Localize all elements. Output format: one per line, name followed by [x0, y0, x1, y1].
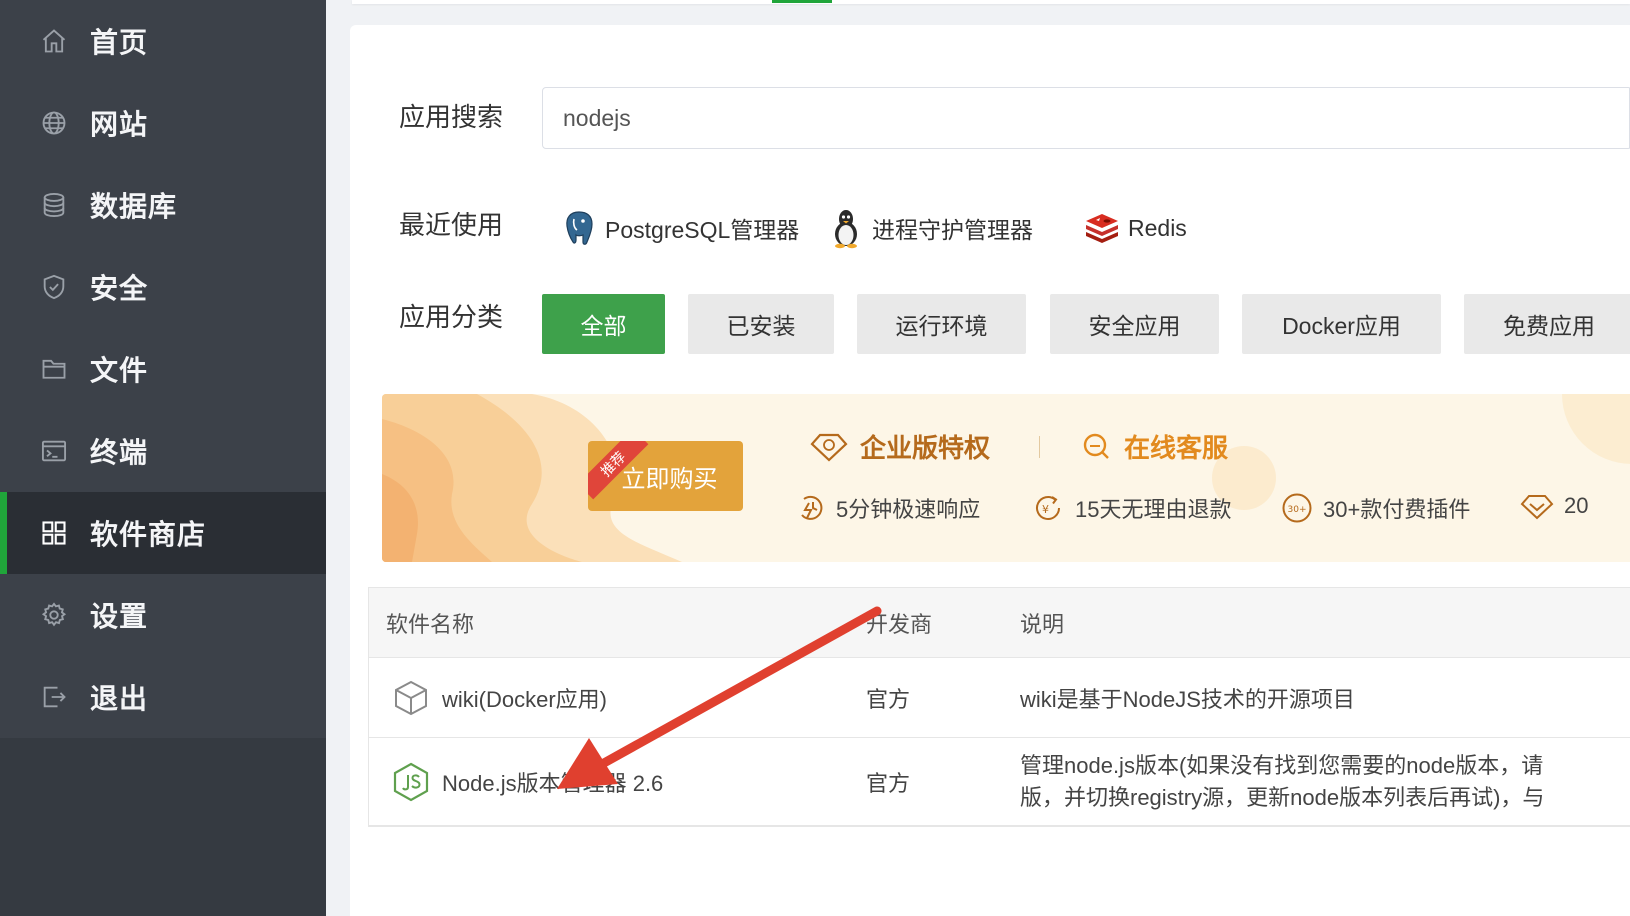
folder-icon [40, 355, 68, 383]
category-security-button[interactable]: 安全应用 [1050, 294, 1219, 354]
vendor-cell: 官方 [866, 771, 911, 796]
description-cell: wiki是基于NodeJS技术的开源项目 [1020, 687, 1355, 712]
sidebar-item-label: 首页 [90, 27, 149, 58]
search-field[interactable] [542, 87, 1630, 149]
description-line: 版，并切换registry源，更新node版本列表后再试)，与 [1020, 785, 1545, 810]
recent-item-label: PostgreSQL管理器 [605, 217, 800, 243]
perk-fast-response-label: 5分钟极速响应 [836, 497, 981, 522]
online-service-label: 在线客服 [1124, 433, 1229, 463]
buy-now-label: 立即购买 [621, 465, 718, 493]
diamond-icon [1520, 492, 1554, 520]
svg-text:¥: ¥ [1042, 503, 1049, 516]
recent-item-supervisor[interactable]: 进程守护管理器 [828, 206, 1033, 250]
refund-icon: ¥ [1033, 493, 1065, 523]
sidebar-item-label: 设置 [90, 601, 149, 632]
gear-icon [40, 601, 68, 629]
buy-now-button[interactable]: 推荐 立即购买 [588, 441, 743, 511]
recent-label: 最近使用 [399, 210, 504, 240]
sidebar-nav: 首页 网站 数据库 安全 文件 终端 软件商店 设置 退出 [0, 0, 326, 738]
diamond-icon [810, 432, 848, 462]
chat-icon [1080, 432, 1112, 462]
postgresql-icon [561, 208, 597, 248]
banner-wave-decoration [382, 394, 1630, 562]
table-row[interactable]: Node.js版本管理器 2.6 官方 管理node.js版本(如果没有找到您需… [369, 738, 1630, 826]
software-name-cell[interactable]: Node.js版本管理器 2.6 [392, 738, 663, 826]
database-icon [40, 191, 68, 219]
globe-icon [40, 109, 68, 137]
description-cell: 管理node.js版本(如果没有找到您需要的node版本，请 版，并切换regi… [1020, 738, 1544, 826]
sidebar-item-label: 退出 [90, 683, 149, 714]
sidebar-item-label: 文件 [90, 355, 149, 386]
sidebar-item-label: 网站 [90, 109, 149, 140]
category-runtime-button[interactable]: 运行环境 [857, 294, 1026, 354]
software-name: wiki(Docker应用) [442, 687, 608, 712]
perk-paid-plugins-label: 30+款付费插件 [1323, 497, 1471, 522]
category-label: 应用分类 [399, 302, 504, 332]
sidebar-item-settings[interactable]: 设置 [0, 574, 326, 656]
active-tab-indicator [772, 0, 832, 3]
software-table: 软件名称 开发商 说明 wiki(Docker应用) 官方 wiki是基于Nod… [368, 587, 1630, 827]
sidebar-item-store[interactable]: 软件商店 [0, 492, 326, 574]
enterprise-promo-banner: 推荐 立即购买 企业版特权 在线客服 5分钟极速响应 ¥ 15天无理由退款 30… [382, 394, 1630, 562]
header-description: 说明 [1020, 612, 1065, 637]
header-name: 软件名称 [386, 612, 475, 637]
grid-icon [40, 519, 68, 547]
enterprise-privilege-label: 企业版特权 [860, 433, 991, 463]
top-tab-strip [352, 0, 1630, 4]
category-free-button[interactable]: 免费应用 [1464, 294, 1630, 354]
table-header: 软件名称 开发商 说明 [369, 588, 1630, 658]
recent-item-label: 进程守护管理器 [872, 217, 1033, 243]
plugins-badge-icon: 30+ [1281, 492, 1313, 524]
sidebar-item-logout[interactable]: 退出 [0, 656, 326, 738]
lightning-clock-icon [796, 493, 826, 523]
sidebar-item-website[interactable]: 网站 [0, 82, 326, 164]
cube-icon [392, 679, 430, 717]
enterprise-privilege-title: 企业版特权 [810, 428, 990, 465]
search-label: 应用搜索 [399, 102, 504, 132]
sidebar: 首页 网站 数据库 安全 文件 终端 软件商店 设置 退出 [0, 0, 326, 916]
header-vendor: 开发商 [866, 612, 933, 637]
nodejs-icon [392, 762, 430, 802]
perk-more: 20 [1520, 492, 1588, 520]
logout-icon [40, 683, 68, 711]
software-name: Node.js版本管理器 2.6 [442, 771, 664, 796]
description-line: 管理node.js版本(如果没有找到您需要的node版本，请 [1020, 753, 1544, 778]
sidebar-item-label: 终端 [90, 437, 149, 468]
category-installed-button[interactable]: 已安装 [688, 294, 834, 354]
perk-paid-plugins: 30+ 30+款付费插件 [1281, 492, 1470, 524]
penguin-icon [828, 208, 864, 249]
recent-item-postgresql[interactable]: PostgreSQL管理器 [561, 206, 799, 250]
redis-icon [1084, 208, 1120, 248]
online-service-link[interactable]: 在线客服 [1080, 428, 1228, 465]
sidebar-item-label: 软件商店 [90, 519, 207, 550]
sidebar-item-home[interactable]: 首页 [0, 0, 326, 82]
sidebar-item-label: 数据库 [90, 191, 178, 222]
table-row[interactable]: wiki(Docker应用) 官方 wiki是基于NodeJS技术的开源项目 [369, 658, 1630, 738]
home-icon [40, 27, 68, 55]
search-input[interactable] [543, 88, 1630, 148]
perk-refund-label: 15天无理由退款 [1075, 497, 1232, 522]
terminal-icon [40, 437, 68, 465]
sidebar-item-label: 安全 [90, 273, 149, 304]
perk-fast-response: 5分钟极速响应 [796, 492, 980, 524]
perk-more-label: 20 [1564, 493, 1589, 518]
sidebar-item-terminal[interactable]: 终端 [0, 410, 326, 492]
sidebar-item-security[interactable]: 安全 [0, 246, 326, 328]
recent-item-label: Redis [1128, 214, 1187, 241]
shield-icon [40, 273, 68, 301]
sidebar-item-database[interactable]: 数据库 [0, 164, 326, 246]
vendor-cell: 官方 [866, 687, 911, 712]
recent-item-redis[interactable]: Redis [1084, 206, 1187, 250]
category-all-button[interactable]: 全部 [542, 294, 665, 354]
banner-separator [1039, 436, 1040, 458]
plugins-badge-text: 30+ [1288, 505, 1307, 515]
category-docker-button[interactable]: Docker应用 [1242, 294, 1441, 354]
software-store-panel: 应用搜索 最近使用 PostgreSQL管理器 进程守护管理器 Redis 应用… [350, 25, 1630, 916]
software-name-cell[interactable]: wiki(Docker应用) [392, 658, 607, 738]
perk-refund: ¥ 15天无理由退款 [1033, 492, 1231, 524]
sidebar-item-files[interactable]: 文件 [0, 328, 326, 410]
